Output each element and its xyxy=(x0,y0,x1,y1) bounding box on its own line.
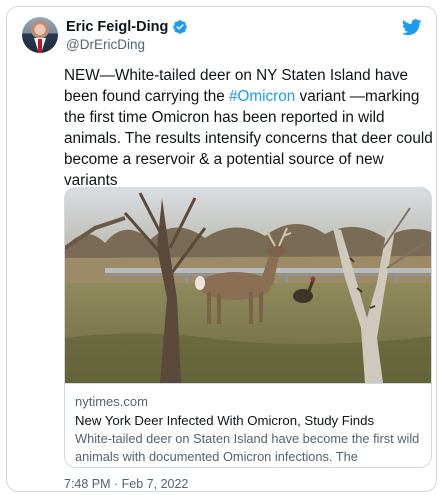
card-headline[interactable]: New York Deer Infected With Omicron, Stu… xyxy=(75,411,423,430)
link-preview-card[interactable]: nytimes.com New York Deer Infected With … xyxy=(64,187,432,468)
article-photo[interactable] xyxy=(65,188,431,383)
card-meta[interactable]: nytimes.com New York Deer Infected With … xyxy=(65,383,431,467)
author-info: Eric Feigl-Ding @DrEricDing xyxy=(66,17,188,52)
hashtag-link[interactable]: #Omicron xyxy=(229,88,295,105)
author-name[interactable]: Eric Feigl-Ding xyxy=(66,19,168,35)
tweet-text: NEW—White-tailed deer on NY Staten Islan… xyxy=(64,65,434,191)
tweet-card[interactable]: Eric Feigl-Ding @DrEricDing NEW—White-ta… xyxy=(6,6,437,492)
author-handle[interactable]: @DrEricDing xyxy=(66,37,188,52)
twitter-bird-icon[interactable] xyxy=(402,19,422,36)
verified-badge-icon xyxy=(173,19,188,34)
card-description: White-tailed deer on Staten Island have … xyxy=(75,431,420,464)
author-name-row: Eric Feigl-Ding xyxy=(66,17,188,36)
author-avatar[interactable] xyxy=(22,17,58,53)
deer-photo xyxy=(65,188,431,383)
avatar-tie xyxy=(38,39,42,53)
tweet-timestamp[interactable]: 7:48 PM · Feb 7, 2022 xyxy=(64,477,188,491)
card-domain: nytimes.com xyxy=(75,394,148,409)
